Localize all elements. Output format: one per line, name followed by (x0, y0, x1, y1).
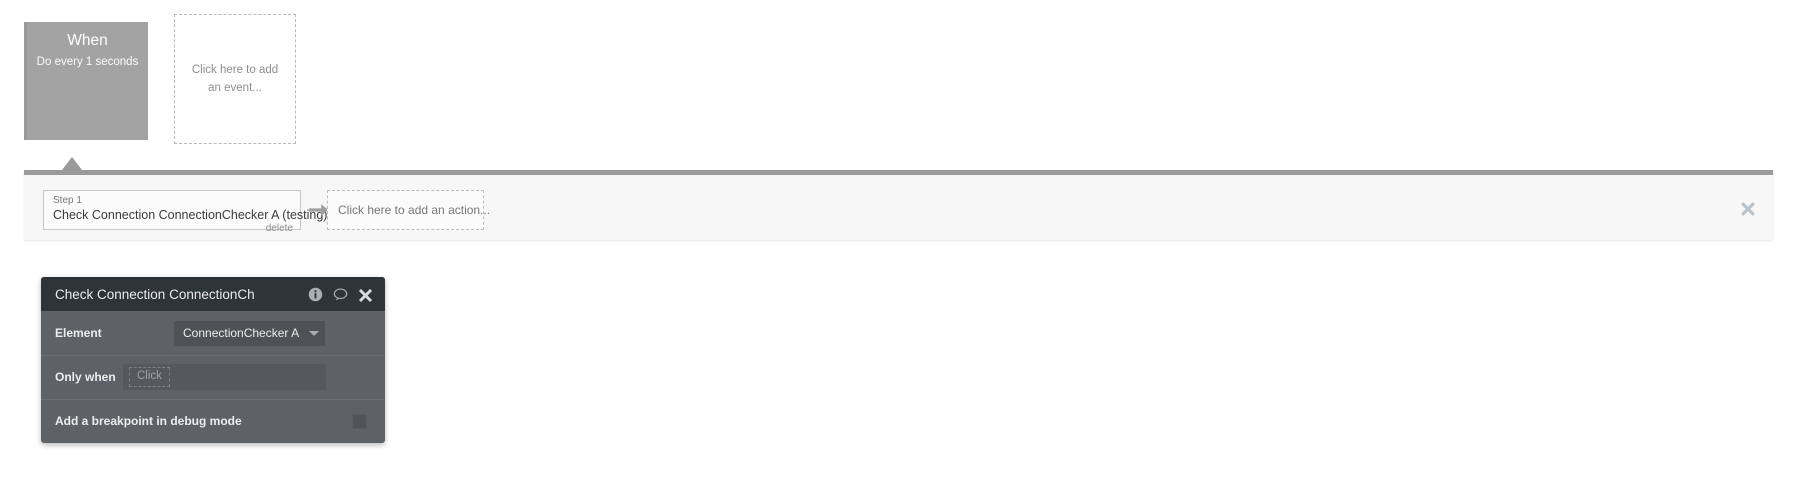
element-dropdown-value: ConnectionChecker A (183, 326, 300, 340)
event-block-subtitle: Do every 1 seconds (36, 56, 139, 68)
property-label-element: Element (55, 326, 102, 340)
property-row-element: Element ConnectionChecker A (41, 311, 385, 355)
only-when-input[interactable]: Click (123, 364, 326, 390)
event-block-title: When (67, 32, 108, 49)
step-card-1[interactable]: Step 1 Check Connection ConnectionChecke… (43, 190, 328, 234)
property-panel-header[interactable]: Check Connection ConnectionCh (41, 277, 385, 311)
event-block-when[interactable]: When Do every 1 seconds (24, 22, 148, 140)
property-row-only-when: Only when Click (41, 355, 385, 399)
property-panel-header-icons (308, 287, 373, 302)
step-title: Check Connection ConnectionChecker A (te… (53, 208, 328, 222)
property-label-only-when: Only when (55, 370, 116, 384)
add-action-placeholder[interactable]: Click here to add an action... (327, 190, 490, 230)
step-delete-link[interactable]: delete (53, 223, 293, 235)
add-event-placeholder-label: Click here to add an event... (191, 64, 279, 94)
add-event-placeholder[interactable]: Click here to add an event... (174, 14, 296, 144)
add-action-placeholder-label: Click here to add an action... (338, 203, 491, 217)
breakpoint-checkbox[interactable] (352, 413, 367, 429)
property-panel-title: Check Connection ConnectionCh (55, 286, 255, 302)
action-bar: Step 1 Check Connection ConnectionChecke… (24, 170, 1773, 240)
step-index-label: Step 1 (53, 195, 82, 206)
close-icon[interactable] (1740, 200, 1756, 216)
property-label-breakpoint: Add a breakpoint in debug mode (55, 414, 242, 428)
property-editor-panel: Check Connection ConnectionCh Element Co… (41, 277, 385, 443)
property-row-breakpoint: Add a breakpoint in debug mode (41, 399, 385, 443)
comment-icon[interactable] (333, 287, 348, 302)
chevron-down-icon (309, 330, 319, 336)
workflow-canvas: When Do every 1 seconds Click here to ad… (0, 0, 1797, 185)
only-when-placeholder: Click (129, 367, 170, 387)
close-icon[interactable] (358, 287, 373, 302)
element-dropdown[interactable]: ConnectionChecker A (174, 320, 325, 346)
action-bar-pointer (62, 157, 82, 170)
info-icon[interactable] (308, 287, 323, 302)
